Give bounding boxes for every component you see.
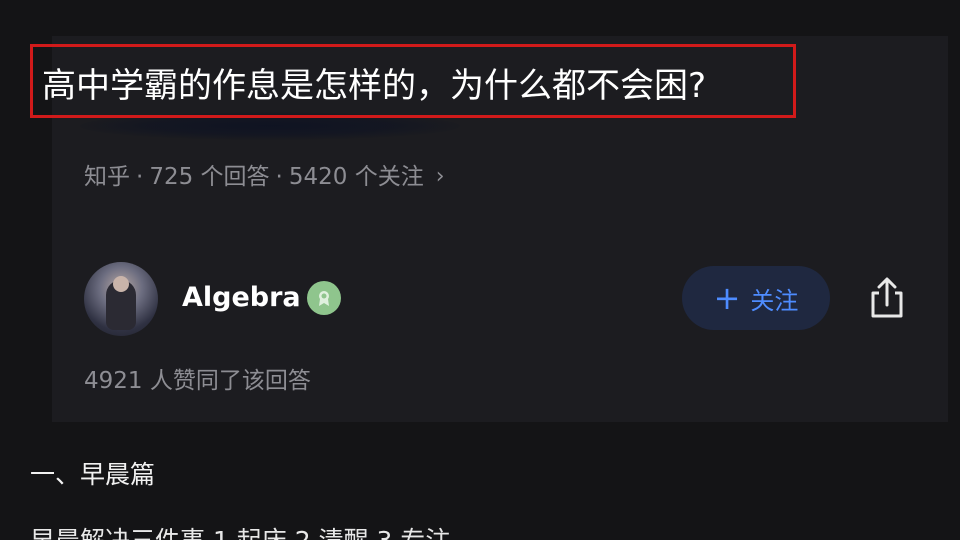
source-label: 知乎 xyxy=(84,164,130,190)
meta-separator: · xyxy=(136,164,144,190)
follow-label: 关注 xyxy=(750,286,799,315)
avatar-head xyxy=(113,276,129,292)
follower-count: 5420 个关注 xyxy=(288,164,424,190)
award-badge-icon xyxy=(307,281,341,315)
zhihu-answer-page: 高中学霸的作息是怎样的，为什么都不会困? 知乎 · 725 个回答 · 5420… xyxy=(0,0,960,540)
meta-separator: · xyxy=(275,164,283,190)
question-title[interactable]: 高中学霸的作息是怎样的，为什么都不会困? xyxy=(42,66,706,106)
plus-icon: + xyxy=(713,279,741,317)
share-icon[interactable] xyxy=(866,276,908,320)
question-meta[interactable]: 知乎 · 725 个回答 · 5420 个关注 › xyxy=(84,162,445,192)
vote-count: 4921 人赞同了该回答 xyxy=(84,368,311,394)
answer-body-line: 早晨解决三件事 1.起床 2.清醒 3.专注 xyxy=(30,524,450,540)
section-heading: 一、早晨篇 xyxy=(30,460,156,489)
follow-button[interactable]: + 关注 xyxy=(682,266,830,330)
avatar[interactable] xyxy=(84,262,158,336)
answer-count: 725 个回答 xyxy=(149,164,270,190)
author-name[interactable]: Algebra xyxy=(182,280,301,316)
chevron-right-icon: › xyxy=(435,164,445,189)
